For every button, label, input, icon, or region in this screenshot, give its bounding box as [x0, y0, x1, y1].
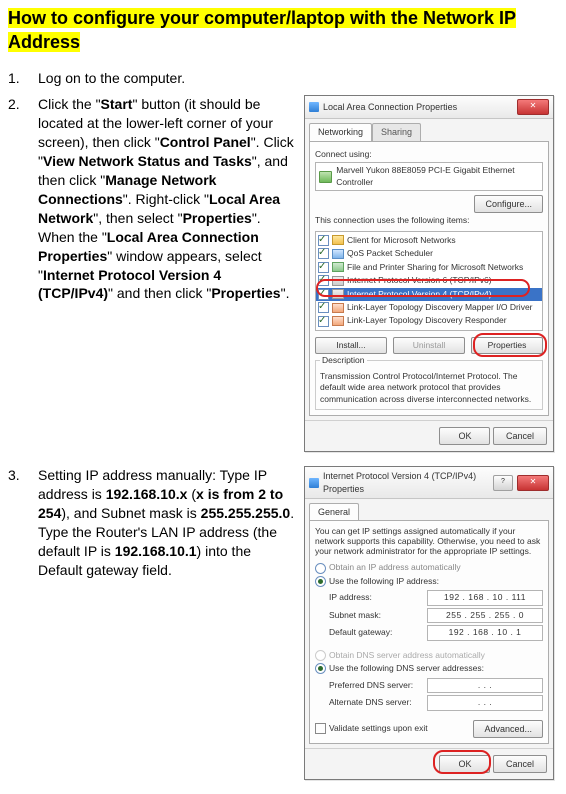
- window-icon: [309, 102, 319, 112]
- ok-button[interactable]: OK: [439, 427, 490, 445]
- install-button[interactable]: Install...: [315, 337, 387, 354]
- titlebar[interactable]: Local Area Connection Properties ✕: [305, 96, 553, 119]
- description-text: Transmission Control Protocol/Internet P…: [320, 371, 538, 405]
- nic-combo[interactable]: Marvell Yukon 88E8059 PCI-E Gigabit Ethe…: [315, 162, 543, 191]
- list-item[interactable]: Client for Microsoft Networks: [347, 235, 456, 246]
- connect-using-label: Connect using:: [315, 149, 543, 160]
- cancel-button[interactable]: Cancel: [493, 427, 547, 445]
- close-icon[interactable]: ✕: [517, 475, 549, 491]
- configure-button[interactable]: Configure...: [474, 195, 543, 213]
- radio-auto-dns: Obtain DNS server address automatically: [315, 650, 543, 661]
- intro-text: You can get IP settings assigned automat…: [315, 526, 543, 557]
- qos-icon: [332, 249, 344, 259]
- step-3-text: Setting IP address manually: Type IP add…: [38, 466, 304, 579]
- advanced-button[interactable]: Advanced...: [473, 720, 543, 738]
- checkbox-icon[interactable]: [318, 248, 329, 259]
- list-item[interactable]: Link-Layer Topology Discovery Responder: [347, 315, 507, 326]
- protocol-list[interactable]: Client for Microsoft Networks QoS Packet…: [315, 231, 543, 331]
- uninstall-button: Uninstall: [393, 337, 465, 354]
- help-icon[interactable]: ?: [493, 475, 513, 491]
- step-2-text: Click the "Start" button (it should be l…: [38, 95, 304, 303]
- alternate-dns-field[interactable]: . . .: [427, 695, 543, 710]
- nic-name: Marvell Yukon 88E8059 PCI-E Gigabit Ethe…: [336, 165, 539, 188]
- ip-address-label: IP address:: [329, 592, 427, 603]
- step-3-number: 3.: [8, 466, 38, 485]
- step-1-number: 1.: [8, 69, 38, 88]
- checkbox-icon[interactable]: [318, 235, 329, 246]
- share-icon: [332, 262, 344, 272]
- checkbox-icon[interactable]: [318, 302, 329, 313]
- uses-items-label: This connection uses the following items…: [315, 215, 543, 226]
- step-1-row: 1. Log on to the computer.: [8, 69, 558, 88]
- list-item[interactable]: File and Printer Sharing for Microsoft N…: [347, 262, 523, 273]
- preferred-dns-field[interactable]: . . .: [427, 678, 543, 693]
- alternate-dns-label: Alternate DNS server:: [329, 697, 427, 708]
- ip-address-field[interactable]: 192 . 168 . 10 . 111: [427, 590, 543, 605]
- checkbox-icon[interactable]: [318, 316, 329, 327]
- validate-checkbox[interactable]: Validate settings upon exit: [315, 723, 428, 734]
- radio-manual-ip[interactable]: Use the following IP address:: [315, 576, 543, 587]
- tab-sharing[interactable]: Sharing: [372, 123, 421, 140]
- tab-general[interactable]: General: [309, 503, 359, 520]
- default-gateway-label: Default gateway:: [329, 627, 427, 638]
- window-title: Local Area Connection Properties: [323, 101, 513, 113]
- dialog-ipv4-properties: Internet Protocol Version 4 (TCP/IPv4) P…: [304, 466, 554, 779]
- linklayer-icon: [332, 316, 344, 326]
- page-title-wrap: How to configure your computer/laptop wi…: [8, 6, 558, 55]
- annotation-circle: [433, 750, 491, 774]
- radio-auto-ip[interactable]: Obtain an IP address automatically: [315, 562, 543, 573]
- annotation-circle: [473, 333, 547, 357]
- step-2-row: 2. Click the "Start" button (it should b…: [8, 95, 558, 452]
- description-label: Description: [320, 355, 367, 366]
- page-title: How to configure your computer/laptop wi…: [8, 8, 516, 52]
- subnet-mask-field[interactable]: 255 . 255 . 255 . 0: [427, 608, 543, 623]
- step-1-text: Log on to the computer.: [38, 69, 304, 88]
- checkbox-icon[interactable]: [318, 262, 329, 273]
- annotation-circle: [316, 279, 530, 297]
- preferred-dns-label: Preferred DNS server:: [329, 680, 427, 691]
- close-icon[interactable]: ✕: [517, 99, 549, 115]
- cancel-button[interactable]: Cancel: [493, 755, 547, 773]
- list-item[interactable]: Link-Layer Topology Discovery Mapper I/O…: [347, 302, 533, 313]
- list-item[interactable]: QoS Packet Scheduler: [347, 248, 433, 259]
- titlebar[interactable]: Internet Protocol Version 4 (TCP/IPv4) P…: [305, 467, 553, 498]
- step-3-row: 3. Setting IP address manually: Type IP …: [8, 466, 558, 779]
- window-icon: [309, 478, 319, 488]
- window-title: Internet Protocol Version 4 (TCP/IPv4) P…: [323, 470, 489, 494]
- nic-icon: [319, 171, 332, 183]
- dialog-lan-properties: Local Area Connection Properties ✕ Netwo…: [304, 95, 554, 452]
- client-icon: [332, 235, 344, 245]
- step-2-number: 2.: [8, 95, 38, 114]
- tab-networking[interactable]: Networking: [309, 123, 372, 140]
- subnet-mask-label: Subnet mask:: [329, 610, 427, 621]
- linklayer-icon: [332, 303, 344, 313]
- default-gateway-field[interactable]: 192 . 168 . 10 . 1: [427, 625, 543, 640]
- radio-manual-dns[interactable]: Use the following DNS server addresses:: [315, 663, 543, 674]
